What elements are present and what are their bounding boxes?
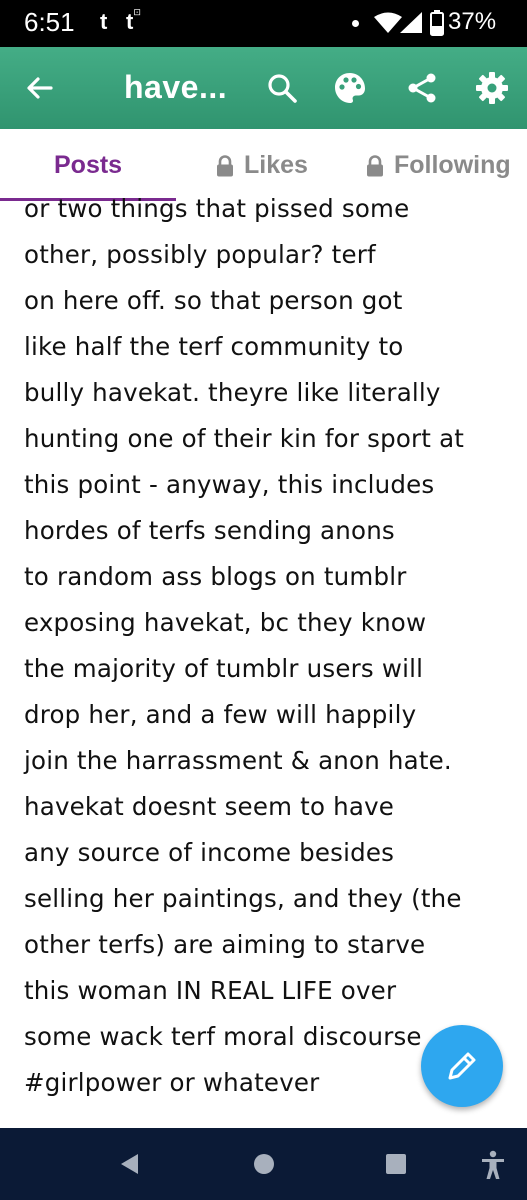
lock-icon: [217, 154, 233, 176]
post-text-line: #girlpower or whatever: [24, 1068, 320, 1097]
battery-icon: [430, 10, 444, 36]
accessibility-icon[interactable]: [480, 1150, 506, 1180]
status-time: 6:51: [24, 7, 75, 37]
post-text-line: on here off. so that person got: [24, 286, 403, 315]
share-icon: [408, 73, 436, 103]
app-bar: have...: [0, 47, 527, 129]
battery-percent: 37%: [448, 8, 497, 35]
post-text-line: selling her paintings, and they (the: [24, 884, 462, 913]
post-text-line: this woman IN REAL LIFE over: [24, 976, 397, 1005]
system-nav-bar: [0, 1128, 527, 1200]
tab-likes[interactable]: Likes: [216, 151, 308, 180]
tab-posts-label: Posts: [54, 151, 123, 179]
post-text-line: other terfs) are aiming to starve: [24, 930, 426, 959]
palette-icon: [335, 73, 365, 103]
post-text-line: hunting one of their kin for sport at: [24, 424, 465, 453]
post-text-line: hordes of terfs sending anons: [24, 516, 395, 545]
compose-button[interactable]: [421, 1025, 503, 1107]
back-button[interactable]: [20, 68, 60, 108]
pencil-icon: [448, 1052, 476, 1080]
tab-likes-label: Likes: [244, 151, 308, 179]
search-icon: [268, 74, 297, 103]
tumblr-notification-icon: t: [100, 9, 108, 34]
recents-square-icon[interactable]: [384, 1152, 408, 1176]
palette-button[interactable]: [330, 68, 370, 108]
tab-following-label: Following: [394, 151, 511, 179]
post-text-line: join the harrassment & anon hate.: [24, 746, 452, 775]
back-arrow-icon: [27, 77, 53, 99]
search-button[interactable]: [262, 68, 302, 108]
back-triangle-icon[interactable]: [118, 1152, 142, 1176]
blog-title: have...: [124, 69, 228, 105]
post-content[interactable]: or two things that pissed some other, po…: [0, 192, 527, 1128]
settings-button[interactable]: [472, 68, 512, 108]
post-text-line: any source of income besides: [24, 838, 395, 867]
signal-icon: [400, 12, 422, 33]
post-text-line: this point - anyway, this includes: [24, 470, 435, 499]
post-text-line: bully havekat. theyre like literally: [24, 378, 441, 407]
post-text-line: to random ass blogs on tumblr: [24, 562, 407, 591]
post-text-line: or two things that pissed some: [24, 194, 410, 223]
post-text-line: like half the terf community to: [24, 332, 404, 361]
gear-icon: [476, 72, 508, 104]
wifi-icon: [374, 12, 402, 33]
post-text-line: drop her, and a few will happily: [24, 700, 417, 729]
post-text-line: exposing havekat, bc they know: [24, 608, 427, 637]
home-circle-icon[interactable]: [252, 1152, 276, 1176]
status-bar: 6:51 t t⊡ 37%: [0, 0, 527, 47]
tab-following[interactable]: Following: [366, 151, 511, 180]
post-text-line: havekat doesnt seem to have: [24, 792, 395, 821]
post-text-line: the majority of tumblr users will: [24, 654, 424, 683]
post-text-line: some wack terf moral discourse: [24, 1022, 422, 1051]
tumblr-notification-icon-2: t⊡: [126, 6, 141, 34]
post-text-line: other, possibly popular? terf: [24, 240, 376, 269]
tab-posts[interactable]: Posts: [54, 151, 122, 180]
notification-dot-icon: [352, 20, 359, 27]
share-button[interactable]: [402, 68, 442, 108]
lock-icon: [367, 154, 383, 176]
